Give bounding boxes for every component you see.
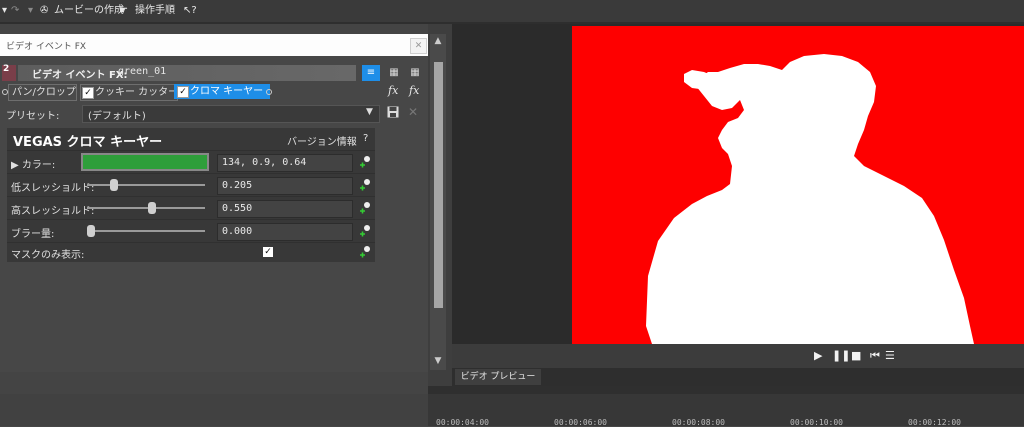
redo-icon[interactable]: ↷ bbox=[11, 4, 19, 18]
remove-plugin-icon[interactable]: fx bbox=[409, 84, 419, 97]
hand-icon: ☛ bbox=[119, 5, 128, 16]
list-view-icon[interactable]: ≡ bbox=[362, 65, 380, 81]
play-icon[interactable]: ▶ bbox=[814, 349, 822, 362]
low-threshold-slider-track[interactable] bbox=[87, 184, 205, 186]
plugin-label: クロマ キーヤー bbox=[190, 86, 264, 97]
chain-end-icon bbox=[266, 89, 272, 95]
track-header-area bbox=[0, 394, 428, 426]
chevron-down-icon[interactable]: ▼ bbox=[366, 107, 373, 117]
preview-transport-bar: ▶ ❚❚ ■ ⏮ ☰ bbox=[452, 344, 1024, 368]
plugin-header: VEGAS クロマ キーヤー バージョン情報 ? bbox=[7, 128, 375, 150]
plugin-chain: パン/クロップ ✓ クッキー カッター ✓ クロマ キーヤー bbox=[0, 84, 428, 101]
color-swatch[interactable] bbox=[81, 153, 209, 171]
mask-only-row: マスクのみ表示: ✓ bbox=[7, 242, 375, 263]
low-threshold-field[interactable]: 0.205 bbox=[217, 177, 353, 195]
film-reel-icon: ✇ bbox=[40, 5, 49, 16]
plugin-chroma-keyer[interactable]: ✓ クロマ キーヤー bbox=[174, 84, 270, 99]
fx-window-titlebar[interactable]: ビデオ イベント FX ✕ bbox=[0, 34, 428, 56]
fx-window-title: ビデオ イベント FX bbox=[6, 42, 87, 52]
color-value-field[interactable]: 134, 0.9, 0.64 bbox=[217, 154, 353, 172]
wide-grid-view-icon[interactable]: ▦ bbox=[406, 65, 424, 81]
create-movie-button[interactable]: ムービーの作成 bbox=[54, 4, 124, 18]
low-threshold-row: 低スレッショルド: 0.205 bbox=[7, 173, 375, 196]
preview-video-frame bbox=[572, 26, 1024, 344]
fx-chain-header: 2 ビデオ イベント FX: green_01 ≡ ▦ ▦ bbox=[0, 64, 428, 82]
chroma-keyer-panel: VEGAS クロマ キーヤー バージョン情報 ? ▶ カラー: 134, 0.9… bbox=[7, 128, 375, 262]
scroll-down-icon[interactable]: ▼ bbox=[430, 356, 446, 366]
scroll-thumb[interactable] bbox=[434, 62, 443, 308]
help-pointer-icon[interactable]: ↖? bbox=[183, 4, 197, 18]
event-number: 2 bbox=[3, 64, 10, 74]
color-param-row: ▶ カラー: 134, 0.9, 0.64 bbox=[7, 150, 375, 173]
tutorial-button[interactable]: 操作手順 bbox=[135, 4, 175, 18]
fx-scrollbar[interactable]: ▲ ▼ bbox=[430, 34, 446, 370]
preset-label: プリセット: bbox=[6, 111, 60, 122]
blur-field[interactable]: 0.000 bbox=[217, 223, 353, 241]
blur-label: ブラー量: bbox=[11, 229, 55, 240]
plugin-cookie-cutter[interactable]: ✓ クッキー カッター bbox=[80, 84, 178, 101]
menu-icon[interactable]: ☰ bbox=[885, 349, 895, 362]
version-info-link[interactable]: バージョン情報 bbox=[287, 133, 357, 148]
preset-row: プリセット: (デフォルト) ▼ ✕ bbox=[0, 104, 428, 123]
pause-icon[interactable]: ❚❚ bbox=[832, 349, 850, 362]
plugin-label: パン/クロップ bbox=[12, 87, 76, 98]
keyframe-animate-icon[interactable] bbox=[359, 201, 371, 215]
mask-only-label: マスクのみ表示: bbox=[11, 250, 85, 261]
keyframe-animate-icon[interactable] bbox=[359, 224, 371, 238]
plugin-enable-checkbox[interactable]: ✓ bbox=[82, 87, 94, 99]
timeline-ruler[interactable]: 00:00:04:00 00:00:06:00 00:00:08:00 00:0… bbox=[428, 394, 1024, 427]
color-label: ▶ カラー: bbox=[11, 156, 55, 171]
blur-row: ブラー量: 0.000 bbox=[7, 219, 375, 242]
scroll-up-icon[interactable]: ▲ bbox=[430, 36, 446, 46]
plugin-pan-crop[interactable]: パン/クロップ bbox=[8, 84, 77, 101]
keyframe-animate-icon[interactable] bbox=[359, 178, 371, 192]
high-threshold-value: 0.550 bbox=[222, 203, 253, 214]
tab-video-preview[interactable]: ビデオ プレビュー bbox=[455, 369, 541, 385]
low-threshold-value: 0.205 bbox=[222, 180, 253, 191]
close-icon[interactable]: ✕ bbox=[410, 38, 427, 54]
blur-value: 0.000 bbox=[222, 226, 253, 237]
low-threshold-label: 低スレッショルド: bbox=[11, 183, 95, 194]
preset-value: (デフォルト) bbox=[88, 111, 146, 122]
high-threshold-slider-handle[interactable] bbox=[147, 202, 156, 214]
plugin-chooser-icon[interactable]: fx bbox=[388, 84, 398, 97]
high-threshold-row: 高スレッショルド: 0.550 bbox=[7, 196, 375, 219]
plugin-title: VEGAS クロマ キーヤー bbox=[13, 135, 163, 150]
keyframe-animate-icon[interactable] bbox=[359, 155, 371, 169]
color-label-text: カラー: bbox=[21, 160, 56, 171]
chain-label: ビデオ イベント FX: bbox=[32, 70, 128, 81]
video-event-fx-window: ビデオ イベント FX ✕ 2 ビデオ イベント FX: green_01 ≡ … bbox=[0, 34, 428, 372]
blur-slider-handle[interactable] bbox=[87, 225, 95, 237]
person-silhouette bbox=[646, 54, 974, 344]
mask-only-checkbox[interactable]: ✓ bbox=[263, 247, 273, 257]
timeline-header bbox=[428, 386, 1024, 394]
low-threshold-slider-handle[interactable] bbox=[109, 179, 118, 191]
high-threshold-field[interactable]: 0.550 bbox=[217, 200, 353, 218]
redo-dropdown-icon[interactable]: ▾ bbox=[28, 4, 33, 18]
save-preset-icon[interactable] bbox=[387, 106, 399, 118]
grid-view-icon[interactable]: ▦ bbox=[385, 65, 403, 81]
high-threshold-label: 高スレッショルド: bbox=[11, 206, 95, 217]
stop-icon[interactable]: ■ bbox=[851, 349, 861, 362]
main-toolbar: ▾ ↷ ▾ ✇ ムービーの作成 ☛ 操作手順 ↖? bbox=[0, 0, 1024, 22]
keyframe-animate-icon[interactable] bbox=[359, 245, 371, 259]
plugin-enable-checkbox[interactable]: ✓ bbox=[177, 86, 189, 98]
help-button[interactable]: ? bbox=[363, 133, 368, 144]
plugin-label: クッキー カッター bbox=[95, 87, 179, 98]
color-value: 134, 0.9, 0.64 bbox=[222, 157, 307, 168]
high-threshold-slider-track[interactable] bbox=[87, 207, 205, 209]
delete-preset-icon[interactable]: ✕ bbox=[408, 105, 418, 119]
expand-icon[interactable]: ▶ bbox=[11, 160, 22, 171]
blur-slider-track[interactable] bbox=[87, 230, 205, 232]
undo-dropdown-icon[interactable]: ▾ bbox=[2, 4, 7, 18]
go-to-start-icon[interactable]: ⏮ bbox=[870, 349, 880, 363]
event-name: green_01 bbox=[118, 66, 167, 77]
